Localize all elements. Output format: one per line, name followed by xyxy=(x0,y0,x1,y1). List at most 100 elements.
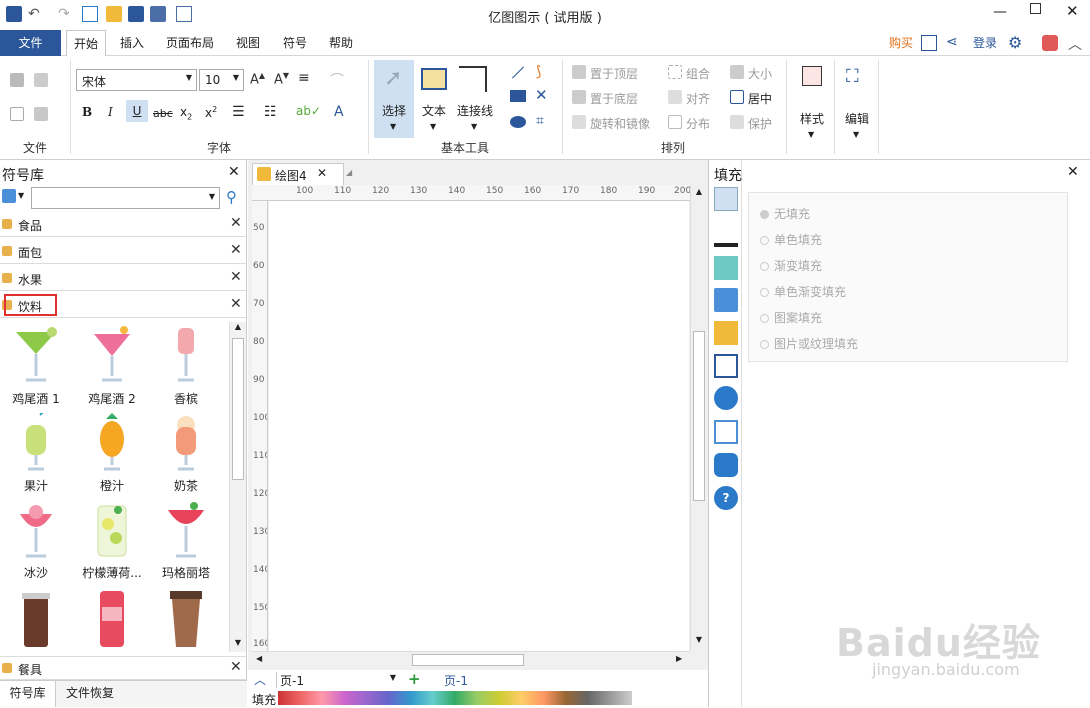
page-properties-icon[interactable] xyxy=(714,354,738,378)
color-palette[interactable] xyxy=(278,691,632,705)
fill-option-solid[interactable]: 单色填充 xyxy=(760,231,822,248)
font-color-icon[interactable]: A xyxy=(334,104,344,120)
close-icon[interactable]: ✕ xyxy=(230,215,242,231)
search-icon[interactable]: ⚲ xyxy=(226,188,237,206)
theme-icon[interactable] xyxy=(1042,35,1058,51)
export-icon[interactable] xyxy=(176,6,192,22)
buy-link[interactable]: 购买 xyxy=(882,30,920,56)
library-close-icon[interactable]: ✕ xyxy=(228,164,240,180)
cut-icon[interactable] xyxy=(10,73,24,87)
share-box-icon[interactable] xyxy=(921,35,937,51)
crosshair-tool-icon[interactable]: ✕ xyxy=(535,86,548,104)
rotate-mirror-button[interactable]: 旋转和镜像 xyxy=(590,115,650,132)
library-category-fruit[interactable]: 水果 ✕ xyxy=(0,267,246,291)
bring-to-front-button[interactable]: 置于顶层 xyxy=(590,65,638,82)
add-page-icon[interactable]: + xyxy=(408,670,421,688)
undo-icon[interactable]: ↶ xyxy=(28,6,44,22)
protect-button[interactable]: 保护 xyxy=(748,115,772,132)
italic-icon[interactable]: I xyxy=(108,105,113,119)
fill-icon[interactable] xyxy=(714,187,738,211)
tab-expand-icon[interactable]: ◢ xyxy=(346,168,352,177)
close-button[interactable]: ✕ xyxy=(1066,2,1079,20)
close-icon[interactable]: ✕ xyxy=(230,296,242,312)
library-search-input[interactable]: ▼ xyxy=(31,187,220,209)
symbol-juice[interactable]: 果汁 xyxy=(0,409,72,495)
scroll-thumb[interactable] xyxy=(412,654,524,666)
fill-option-pattern[interactable]: 图案填充 xyxy=(760,309,822,326)
layer-icon[interactable] xyxy=(714,321,738,345)
symbol-scrollbar[interactable]: ▲ ▼ xyxy=(229,322,246,652)
ellipse-tool-icon[interactable] xyxy=(510,116,526,128)
open-icon[interactable] xyxy=(106,6,122,22)
login-link[interactable]: 登录 xyxy=(966,30,1004,56)
bullets-icon[interactable]: ☷ xyxy=(264,104,277,120)
print-icon[interactable] xyxy=(150,6,166,22)
symbol-soda-can[interactable] xyxy=(76,583,148,656)
text-direction-icon[interactable]: ⌒ xyxy=(330,70,344,90)
font-size-select[interactable]: 10 ▼ xyxy=(199,69,244,91)
help-icon[interactable]: ? xyxy=(714,486,738,510)
library-category-tableware[interactable]: 餐具 ✕ xyxy=(0,656,246,680)
scroll-thumb[interactable] xyxy=(232,338,244,480)
strikethrough-icon[interactable]: abc xyxy=(153,107,173,120)
page-up-icon[interactable]: ︿ xyxy=(254,671,266,688)
paste-icon[interactable] xyxy=(34,107,48,121)
fill-option-none[interactable]: 无填充 xyxy=(760,205,810,222)
font-name-select[interactable]: 宋体 ▼ xyxy=(76,69,197,91)
connector-tool-button[interactable]: 连接线 ▼ xyxy=(455,60,495,138)
subscript-icon[interactable]: x2 xyxy=(180,105,192,121)
line-style-icon[interactable] xyxy=(714,223,738,247)
collapse-ribbon-icon[interactable]: ︿ xyxy=(1068,34,1082,54)
page-select[interactable]: 页-1 ▼ xyxy=(276,672,396,688)
library-menu-icon[interactable] xyxy=(2,189,16,203)
symbol-cocktail-2[interactable]: 鸡尾酒 2 xyxy=(76,322,148,408)
copy-icon[interactable] xyxy=(10,107,24,121)
size-button[interactable]: 大小 xyxy=(748,65,772,82)
center-button[interactable]: 居中 xyxy=(748,90,772,107)
tab-home[interactable]: 开始 xyxy=(66,30,107,56)
comment-icon[interactable] xyxy=(714,453,738,477)
select-tool-button[interactable]: ➚ 选择 ▼ xyxy=(374,60,414,138)
share-icon[interactable]: ⋖ xyxy=(946,34,958,50)
close-icon[interactable]: ✕ xyxy=(230,269,242,285)
document-tab[interactable]: 绘图4 ✕ xyxy=(252,163,344,185)
style-button[interactable]: 样式 ▼ xyxy=(792,60,832,154)
line-tool-icon[interactable] xyxy=(511,66,525,79)
grow-font-icon[interactable]: A▲ xyxy=(250,71,265,87)
fill-option-picture[interactable]: 图片或纹理填充 xyxy=(760,335,858,352)
tab-insert[interactable]: 插入 xyxy=(113,30,151,56)
page-tab[interactable]: 页-1 xyxy=(444,672,468,689)
hyperlink-icon[interactable] xyxy=(714,386,738,410)
maximize-button[interactable] xyxy=(1030,3,1041,14)
minimize-button[interactable]: — xyxy=(993,4,1007,20)
symbol-smoothie[interactable]: 冰沙 xyxy=(0,496,72,582)
text-tool-button[interactable]: 文本 ▼ xyxy=(416,60,454,138)
close-icon[interactable]: ✕ xyxy=(230,242,242,258)
text-highlight-icon[interactable]: ab✓ xyxy=(296,104,321,118)
underline-icon[interactable]: U xyxy=(126,100,148,122)
canvas-horizontal-scrollbar[interactable]: ◀ ▶ xyxy=(252,651,690,668)
scroll-thumb[interactable] xyxy=(693,331,705,501)
crop-tool-icon[interactable]: ⌗ xyxy=(536,113,544,129)
canvas-vertical-scrollbar[interactable]: ▲ ▼ xyxy=(690,185,707,651)
fill-option-gradient[interactable]: 渐变填充 xyxy=(760,257,822,274)
format-painter-icon[interactable] xyxy=(34,73,48,87)
tab-file-recovery[interactable]: 文件恢复 xyxy=(66,681,114,705)
image-icon[interactable] xyxy=(714,288,738,312)
shadow-icon[interactable] xyxy=(714,256,738,280)
align-button[interactable]: 对齐 xyxy=(686,90,710,107)
drawing-canvas[interactable] xyxy=(269,201,689,651)
superscript-icon[interactable]: x2 xyxy=(205,105,217,120)
tab-symbol-library[interactable]: 符号库 xyxy=(0,681,56,707)
symbol-margarita[interactable]: 玛格丽塔 xyxy=(150,496,222,582)
edit-button[interactable]: ⛶ 编辑 ▼ xyxy=(838,60,876,154)
redo-icon[interactable]: ↷ xyxy=(58,6,74,22)
rectangle-tool-icon[interactable] xyxy=(510,90,526,102)
close-tab-icon[interactable]: ✕ xyxy=(317,166,327,180)
curve-tool-icon[interactable]: ⟆ xyxy=(536,64,541,80)
fill-panel-close-icon[interactable]: ✕ xyxy=(1067,164,1079,180)
library-category-drinks[interactable]: 饮料 ✕ xyxy=(0,294,246,318)
symbol-lemon-mint[interactable]: 柠檬薄荷... xyxy=(76,496,148,582)
shrink-font-icon[interactable]: A▼ xyxy=(274,71,289,87)
text-align-icon[interactable]: ≡ xyxy=(298,70,310,86)
